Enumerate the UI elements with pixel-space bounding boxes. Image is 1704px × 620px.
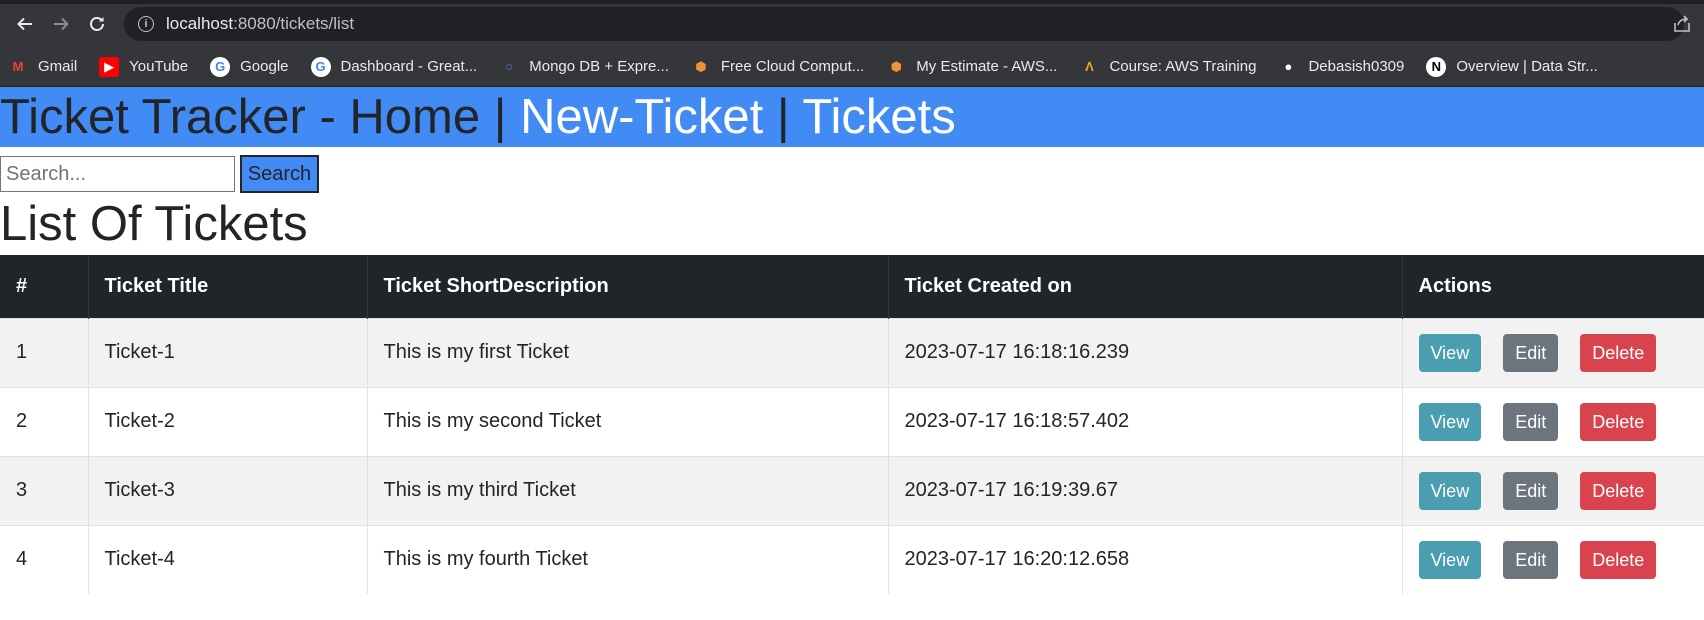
url-host: localhost: [166, 13, 234, 33]
view-button[interactable]: View: [1418, 333, 1482, 372]
aws-box-icon: ⬢: [890, 58, 902, 74]
cell-title: Ticket-3: [88, 455, 368, 525]
cell-actions: View Edit Delete: [1402, 386, 1704, 456]
edit-button[interactable]: Edit: [1503, 540, 1559, 579]
cell-title: Ticket-4: [88, 524, 368, 594]
bookmark-item[interactable]: N Overview | Data Str...: [1426, 56, 1598, 77]
table-row: 4 Ticket-4 This is my fourth Ticket 2023-07…: [0, 524, 1704, 594]
cell-number: 4: [0, 524, 89, 594]
bookmark-label: YouTube: [129, 58, 189, 75]
bookmark-label: Overview | Data Str...: [1456, 58, 1598, 75]
cell-description: This is my second Ticket: [367, 386, 889, 456]
google-icon: G: [210, 56, 231, 77]
table-row: 3 Ticket-3 This is my third Ticket 2023-07-…: [0, 455, 1704, 525]
column-header-actions: Actions: [1418, 274, 1492, 297]
github-icon: ●: [1284, 59, 1293, 74]
bookmark-label: Gmail: [38, 58, 78, 75]
cell-created: 2023-07-17 16:18:16.239: [888, 317, 1403, 387]
cell-description: This is my fourth Ticket: [367, 524, 889, 594]
search-form: Search: [0, 147, 1704, 195]
delete-button[interactable]: Delete: [1580, 333, 1657, 372]
youtube-icon: ▶: [99, 56, 120, 77]
column-header-title: Ticket Title: [88, 255, 368, 318]
edit-button[interactable]: Edit: [1503, 471, 1559, 510]
bookmark-label: Google: [240, 58, 289, 75]
aws-box-icon: ⬢: [695, 58, 707, 74]
table-row: 2 Ticket-2 This is my second Ticket 2023-07…: [0, 386, 1704, 456]
bookmark-label: Mongo DB + Expre...: [529, 58, 669, 75]
column-header-description: Ticket ShortDescription: [367, 255, 889, 318]
course-icon: Λ: [1085, 59, 1094, 74]
cell-title: Ticket-1: [88, 317, 368, 387]
nav-separator: |: [763, 90, 803, 144]
bookmark-item[interactable]: G Dashboard - Great...: [310, 56, 478, 77]
search-button[interactable]: Search: [240, 155, 319, 193]
share-icon[interactable]: [1672, 14, 1692, 34]
bookmark-item[interactable]: ▶ YouTube: [99, 56, 189, 77]
column-header-created: Ticket Created on: [888, 255, 1403, 318]
address-bar[interactable]: i localhost:8080/tickets/list: [124, 6, 1684, 41]
table-row: 1 Ticket-1 This is my first Ticket 2023-07-…: [0, 317, 1704, 387]
arrow-right-icon: [54, 17, 69, 30]
reload-icon: [90, 16, 104, 31]
bookmark-label: Free Cloud Comput...: [720, 58, 865, 75]
url-path: :8080/tickets/list: [233, 13, 355, 33]
view-button[interactable]: View: [1418, 540, 1482, 579]
cell-description: This is my first Ticket: [367, 317, 889, 387]
search-input[interactable]: [0, 156, 235, 192]
cell-number: 3: [0, 455, 89, 525]
view-button[interactable]: View: [1418, 402, 1482, 441]
bookmark-item[interactable]: G Google: [210, 56, 289, 77]
new-ticket-link[interactable]: New-Ticket: [520, 90, 763, 144]
bookmark-item[interactable]: ⬢ Free Cloud Comput...: [691, 57, 864, 77]
site-header: Ticket Tracker - Home | New-Ticket | Tic…: [0, 87, 1704, 147]
google-icon: G: [310, 56, 331, 77]
site-info-icon[interactable]: i: [138, 15, 154, 32]
tickets-link[interactable]: Tickets: [802, 90, 955, 144]
mongo-icon: ○: [505, 59, 514, 74]
back-button[interactable]: [8, 7, 42, 41]
view-button[interactable]: View: [1418, 471, 1482, 510]
bookmark-item[interactable]: ● Debasish0309: [1278, 57, 1405, 77]
tickets-table: # Ticket Title Ticket ShortDescription T…: [0, 255, 1704, 594]
column-header-number: #: [0, 255, 89, 318]
cell-actions: View Edit Delete: [1402, 317, 1704, 387]
reload-button[interactable]: [80, 7, 114, 41]
delete-button[interactable]: Delete: [1580, 471, 1657, 510]
edit-button[interactable]: Edit: [1503, 402, 1559, 441]
bookmark-label: Debasish0309: [1308, 58, 1405, 75]
cell-created: 2023-07-17 16:18:57.402: [888, 386, 1403, 456]
bookmark-item[interactable]: ⬢ My Estimate - AWS...: [886, 57, 1058, 77]
home-link[interactable]: Ticket Tracker - Home: [0, 90, 480, 144]
bookmark-label: Course: AWS Training: [1109, 58, 1257, 75]
cell-title: Ticket-2: [88, 386, 368, 456]
cell-actions: View Edit Delete: [1402, 524, 1704, 594]
page-title: List Of Tickets: [0, 197, 308, 251]
arrow-left-icon: [17, 17, 32, 30]
bookmark-item[interactable]: M Gmail: [8, 57, 78, 77]
site-nav: Ticket Tracker - Home | New-Ticket | Tic…: [0, 87, 956, 147]
cell-created: 2023-07-17 16:19:39.67: [888, 455, 1403, 525]
nav-separator: |: [480, 90, 521, 144]
cell-number: 1: [0, 317, 89, 387]
cell-created: 2023-07-17 16:20:12.658: [888, 524, 1403, 594]
browser-toolbar: i localhost:8080/tickets/list: [0, 0, 1704, 47]
edit-button[interactable]: Edit: [1503, 333, 1559, 372]
notion-icon: N: [1426, 56, 1447, 77]
cell-actions: View Edit Delete: [1402, 455, 1704, 525]
bookmarks-bar: M Gmail ▶ YouTube G Google G Dashboard - Great.…: [0, 47, 1704, 87]
cell-number: 2: [0, 386, 89, 456]
bookmark-label: Dashboard - Great...: [340, 58, 478, 75]
cell-description: This is my third Ticket: [367, 455, 889, 525]
delete-button[interactable]: Delete: [1580, 540, 1657, 579]
bookmark-item[interactable]: ○ Mongo DB + Expre...: [499, 57, 669, 77]
bookmark-label: My Estimate - AWS...: [916, 58, 1058, 75]
gmail-icon: M: [12, 59, 24, 74]
bookmark-item[interactable]: Λ Course: AWS Training: [1079, 57, 1256, 77]
delete-button[interactable]: Delete: [1580, 402, 1657, 441]
forward-button[interactable]: [44, 7, 78, 41]
table-header-row: # Ticket Title Ticket ShortDescription T…: [0, 255, 1704, 318]
